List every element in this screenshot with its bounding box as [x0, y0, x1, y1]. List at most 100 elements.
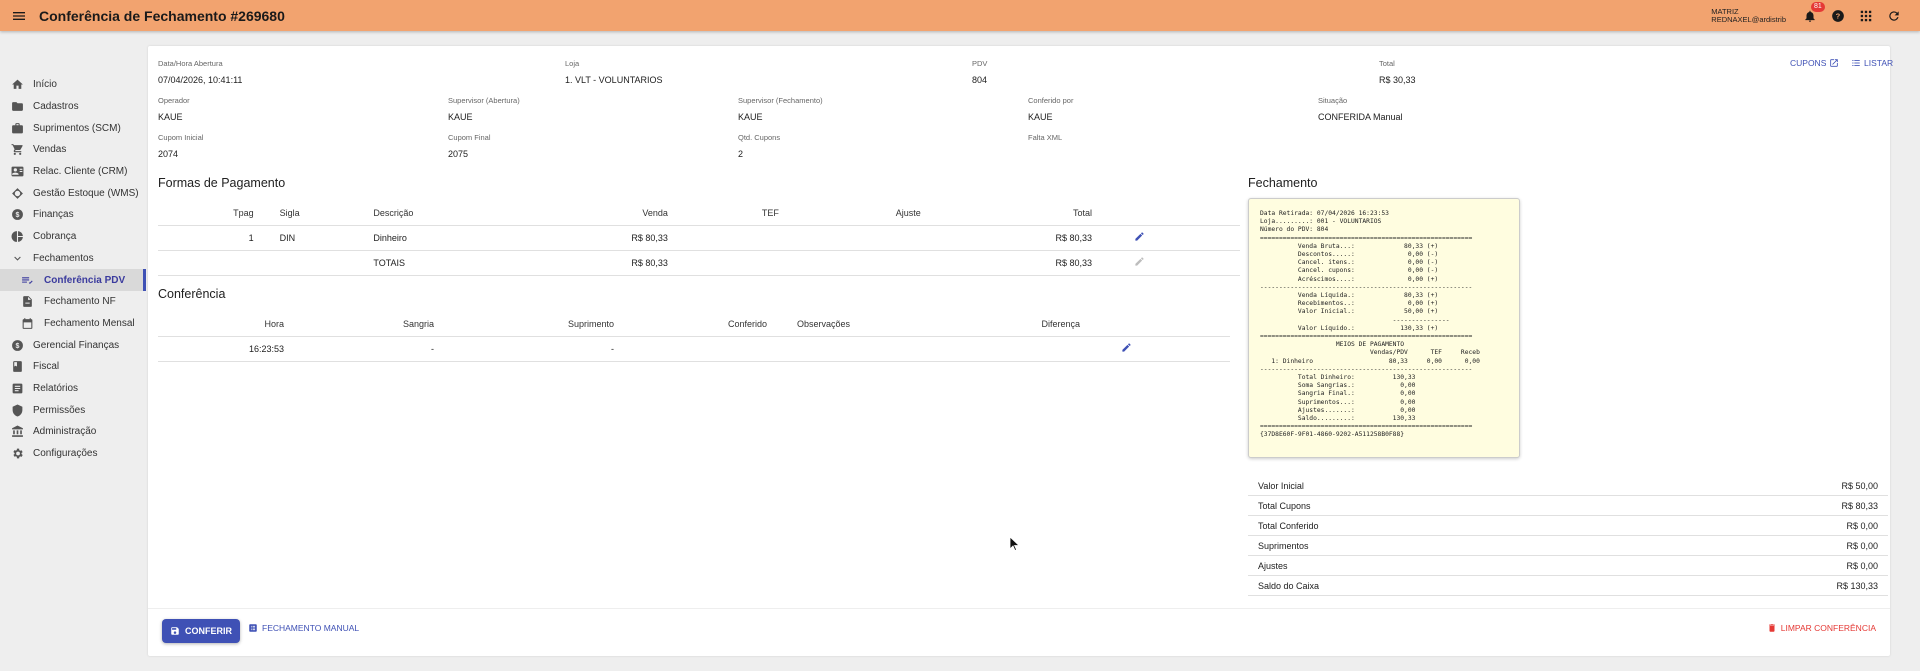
menu-icon[interactable] — [11, 8, 27, 24]
app-bar: Conferência de Fechamento #269680 MATRIZ… — [0, 0, 1920, 31]
field-sup-fechamento: Supervisor (Fechamento) KAUE — [738, 96, 823, 122]
field-value: 804 — [972, 75, 988, 85]
chevron-down-icon — [10, 251, 24, 265]
svg-text:?: ? — [1836, 11, 1841, 20]
dollar-icon: $ — [10, 208, 24, 222]
document-icon — [20, 295, 34, 309]
sidebar-item-vendas[interactable]: Vendas — [0, 139, 146, 161]
bank-icon — [10, 425, 24, 439]
sidebar-item-gerencial-financas[interactable]: $ Gerencial Finanças — [0, 334, 146, 356]
edit-pencil-icon[interactable] — [1121, 342, 1132, 353]
field-value: KAUE — [1028, 112, 1053, 122]
sidebar-item-label: Relac. Cliente (CRM) — [33, 166, 128, 178]
apps-grid-icon — [1860, 10, 1872, 21]
sidebar-item-cadastros[interactable]: Cadastros — [0, 96, 146, 118]
totals-value: R$ 50,00 — [1841, 480, 1878, 491]
totals-label: Valor Inicial — [1258, 480, 1304, 491]
table-row: 1 DIN Dinheiro R$ 80,33 R$ 80,33 — [158, 225, 1240, 251]
sidebar-item-label: Fechamento NF — [44, 296, 116, 308]
trash-icon — [1768, 624, 1775, 632]
sidebar-item-fechamentos[interactable]: Fechamentos — [0, 248, 146, 270]
totals-label: Total Conferido — [1258, 520, 1319, 531]
sidebar-item-label: Gestão Estoque (WMS) — [33, 187, 139, 199]
refresh-button[interactable] — [1880, 0, 1908, 31]
apps-button[interactable] — [1852, 0, 1880, 31]
save-icon — [171, 627, 179, 635]
field-label: Total — [1379, 59, 1395, 68]
cell-actions — [1096, 250, 1240, 276]
field-pdv: PDV 804 — [972, 59, 987, 85]
main-card: Data/Hora Abertura 07/04/2026, 10:41:11 … — [148, 46, 1893, 656]
field-situacao: Situação CONFERIDA Manual — [1318, 96, 1403, 122]
field-loja: Loja 1. VLT - VOLUNTARIOS — [565, 59, 663, 85]
fechamento-manual-label: FECHAMENTO MANUAL — [262, 623, 360, 633]
field-label: Falta XML — [1028, 133, 1063, 142]
user-info[interactable]: MATRIZ REDNAXEL@ardistrib — [1711, 7, 1786, 24]
sidebar-item-fechamento-nf[interactable]: Fechamento NF — [0, 291, 146, 313]
totals-value: R$ 0,00 — [1846, 560, 1878, 571]
table-row-totals: TOTAIS R$ 80,33 R$ 80,33 — [158, 250, 1240, 276]
cell-tpag — [158, 250, 258, 276]
help-button[interactable]: ? — [1824, 0, 1852, 31]
sidebar-item-label: Gerencial Finanças — [33, 339, 120, 351]
box-icon — [10, 121, 24, 135]
sidebar-item-fiscal[interactable]: Fiscal — [0, 356, 146, 378]
edit-pencil-disabled-icon — [1134, 256, 1145, 267]
sidebar-item-gestao-estoque-wms[interactable]: Gestão Estoque (WMS) — [0, 182, 146, 204]
notifications-button[interactable]: 81 — [1796, 0, 1825, 31]
book-icon — [10, 360, 24, 374]
cell-diferenca — [891, 336, 1084, 362]
totals-value: R$ 0,00 — [1846, 540, 1878, 551]
field-operador: Operador KAUE — [158, 96, 190, 122]
cell-tef — [671, 225, 788, 251]
contact-card-icon — [10, 165, 24, 179]
col-descricao: Descrição — [369, 201, 497, 226]
shield-icon — [10, 403, 24, 417]
field-label: Cupom Inicial — [158, 133, 204, 142]
calendar-icon — [20, 316, 34, 330]
sidebar-item-configuracoes[interactable]: Configurações — [0, 443, 146, 465]
footer-actions: CONFERIR FECHAMENTO MANUAL LIMPAR CONFER… — [148, 608, 1890, 656]
sidebar-item-relatorios[interactable]: Relatórios — [0, 378, 146, 400]
report-icon — [10, 381, 24, 395]
sidebar-item-label: Suprimentos (SCM) — [33, 122, 121, 134]
cell-venda: R$ 80,33 — [496, 250, 672, 276]
edit-pencil-icon[interactable] — [1134, 231, 1145, 242]
col-observacoes: Observações — [771, 312, 891, 337]
sidebar-item-financas[interactable]: $ Finanças — [0, 204, 146, 226]
conferir-button[interactable]: CONFERIR — [162, 619, 240, 643]
field-label: Supervisor (Abertura) — [448, 96, 520, 105]
col-ajuste: Ajuste — [787, 201, 925, 226]
totals-value: R$ 130,33 — [1836, 580, 1878, 591]
listar-label: LISTAR — [1864, 58, 1894, 68]
col-sigla: Sigla — [257, 201, 370, 226]
fechamento-manual-button[interactable]: FECHAMENTO MANUAL — [248, 623, 359, 633]
field-value: 2 — [738, 149, 744, 159]
col-total: Total — [924, 201, 1097, 226]
col-hora: Hora — [158, 312, 288, 337]
cell-ajuste — [787, 250, 925, 276]
sidebar-item-fechamento-mensal[interactable]: Fechamento Mensal — [0, 313, 146, 335]
col-diferenca: Diferença — [891, 312, 1084, 337]
sidebar-item-cobranca[interactable]: Cobrança — [0, 226, 146, 248]
field-qtd-cupons: Qtd. Cupons 2 — [738, 133, 780, 159]
pagamento-table: Tpag Sigla Descrição Venda TEF Ajuste To… — [158, 201, 1240, 276]
sidebar-item-label: Finanças — [33, 209, 74, 221]
listar-link[interactable]: LISTAR — [1851, 58, 1893, 68]
table-header-row: Tpag Sigla Descrição Venda TEF Ajuste To… — [158, 201, 1240, 226]
sidebar-item-suprimentos-scm[interactable]: Suprimentos (SCM) — [0, 117, 146, 139]
sidebar-item-relac-cliente-crm[interactable]: Relac. Cliente (CRM) — [0, 161, 146, 183]
cupons-link[interactable]: CUPONS — [1790, 58, 1839, 68]
sidebar-item-conferencia-pdv[interactable]: Conferência PDV — [0, 269, 146, 291]
col-tef: TEF — [671, 201, 788, 226]
col-sangria: Sangria — [288, 312, 438, 337]
limpar-conferencia-button[interactable]: LIMPAR CONFERÊNCIA — [1767, 623, 1876, 633]
list-icon — [1852, 60, 1860, 66]
totals-row: Total Cupons R$ 80,33 — [1248, 496, 1888, 516]
sidebar-item-permissoes[interactable]: Permissões — [0, 399, 146, 421]
totals-label: Saldo do Caixa — [1258, 580, 1320, 591]
sidebar-item-inicio[interactable]: Início — [0, 74, 146, 96]
cell-sigla: DIN — [257, 225, 370, 251]
sidebar-item-administracao[interactable]: Administração — [0, 421, 146, 443]
gear-icon — [10, 447, 24, 461]
